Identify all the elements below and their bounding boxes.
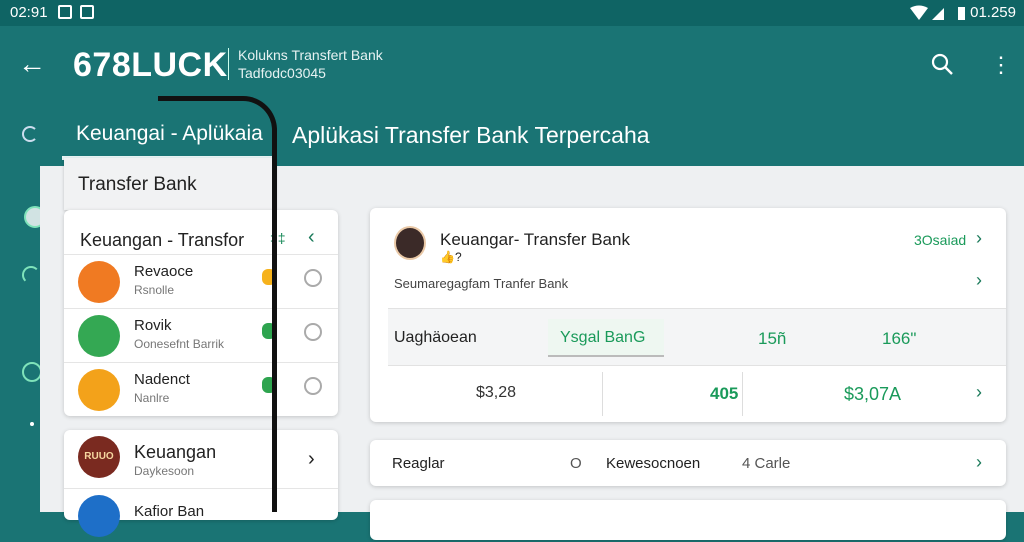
list-item-title: Revaoce (134, 263, 194, 280)
row-value: 166" (882, 329, 917, 348)
list-item[interactable]: Rovik Oonesefnt Barrik (64, 308, 338, 362)
overlay-stroke (158, 96, 277, 166)
list-item[interactable]: Nadenct Nanlre (64, 362, 338, 416)
list-item-title: Nadenct (134, 371, 190, 388)
amount-value: $3,28 (476, 384, 517, 401)
radio-button[interactable] (304, 323, 322, 341)
arrow-left-icon[interactable]: ← (18, 50, 46, 78)
regular-card[interactable]: Reaglar O Kewesocnoen 4 Carle › (370, 440, 1006, 486)
amount-row: $3,28 405 $3,07A › (370, 366, 1006, 422)
account-card: RUUO Keuangan Daykesoon › Kafior Ban (64, 430, 338, 537)
seal-avatar: RUUO (78, 436, 120, 478)
summary-row: Uaghäoean Ysgal BanG 15ñ 166" (388, 308, 1006, 366)
avatar (78, 369, 120, 411)
list-item[interactable]: RUUO Keuangan Daykesoon › (64, 430, 338, 484)
next-card[interactable] (370, 500, 1006, 540)
avatar (78, 261, 120, 303)
overlay-stroke (272, 160, 277, 512)
amount-value: 405 (710, 384, 739, 403)
avatar (394, 226, 426, 260)
app-brand: 678LUCK (73, 46, 228, 84)
bank-chip[interactable]: Ysgal BanG (548, 319, 664, 357)
transfer-card: Keuangar- Transfer Bank 👍? 3Osaiad › Seu… (370, 208, 1006, 422)
chevron-right-icon[interactable]: › (976, 452, 982, 473)
regular-label: Reaglar (392, 455, 445, 472)
search-icon[interactable] (930, 52, 956, 78)
refresh-icon[interactable] (22, 126, 38, 142)
account-list-card: Keuangan - Transfor ‡‡ ‹ Revaoce Rsnolle… (64, 210, 338, 416)
page-title: Aplükasi Transfer Bank Terpercaha (292, 122, 650, 148)
chevron-right-icon[interactable]: › (976, 270, 982, 291)
status-right-text: 01.259 (970, 4, 1016, 21)
more-vert-icon[interactable]: ⋮ (990, 52, 1012, 78)
chevron-right-icon[interactable]: › (976, 382, 982, 403)
circle-icon[interactable] (22, 362, 42, 382)
row-value: 15ñ (758, 329, 787, 348)
status-time: 02:91 (10, 4, 48, 21)
app-subtitle: Kolukns Transfert Bank Tadfodc03045 (228, 46, 383, 82)
amount-value: $3,07A (844, 384, 902, 404)
list-item[interactable]: Revaoce Rsnolle (64, 254, 338, 308)
chevron-right-icon[interactable]: › (308, 448, 315, 471)
dot-icon (30, 422, 34, 426)
list-item-title: Rovik (134, 317, 172, 334)
app-bar: ← 678LUCK Kolukns Transfert Bank Tadfodc… (0, 26, 1024, 104)
arc-icon (22, 266, 40, 284)
chevron-right-icon[interactable]: › (976, 228, 982, 249)
radio-button[interactable] (304, 377, 322, 395)
card-title: Keuangar- Transfer Bank (440, 230, 630, 249)
avatar (78, 495, 120, 537)
notification-icon (58, 5, 72, 19)
regular-value: 4 Carle (742, 455, 791, 472)
row-label: Uaghäoean (394, 329, 477, 346)
regular-label: Kewesocnoen (606, 455, 701, 472)
list-item-subtitle: Rsnolle (134, 283, 175, 297)
card-emoji: 👍? (440, 250, 462, 264)
left-rail (0, 166, 46, 512)
card-subline: Seumaregagfam Tranfer Bank (394, 276, 569, 291)
avatar (78, 315, 120, 357)
card-link[interactable]: 3Osaiad (914, 232, 966, 248)
list-item-subtitle: Nanlre (134, 391, 170, 405)
chevron-left-icon[interactable]: ‹ (308, 226, 315, 249)
list-item-subtitle: Oonesefnt Barrik (134, 337, 225, 351)
regular-marker: O (570, 455, 582, 472)
list-item-subtitle: Daykesoon (134, 464, 195, 478)
subtitle-line1: Kolukns Transfert Bank (238, 47, 383, 63)
status-bar: 02:91 01.259 (0, 0, 1024, 26)
list-title: Keuangan - Transfor (80, 230, 245, 250)
image-icon (80, 5, 94, 19)
list-item[interactable]: Kafior Ban (64, 488, 338, 542)
tab-row: Keuangai - Aplükaia Aplükasi Transfer Ba… (0, 104, 1024, 166)
subtitle-line2: Tadfodc03045 (238, 65, 326, 81)
list-item-title: Keuangan (134, 442, 217, 462)
radio-button[interactable] (304, 269, 322, 287)
